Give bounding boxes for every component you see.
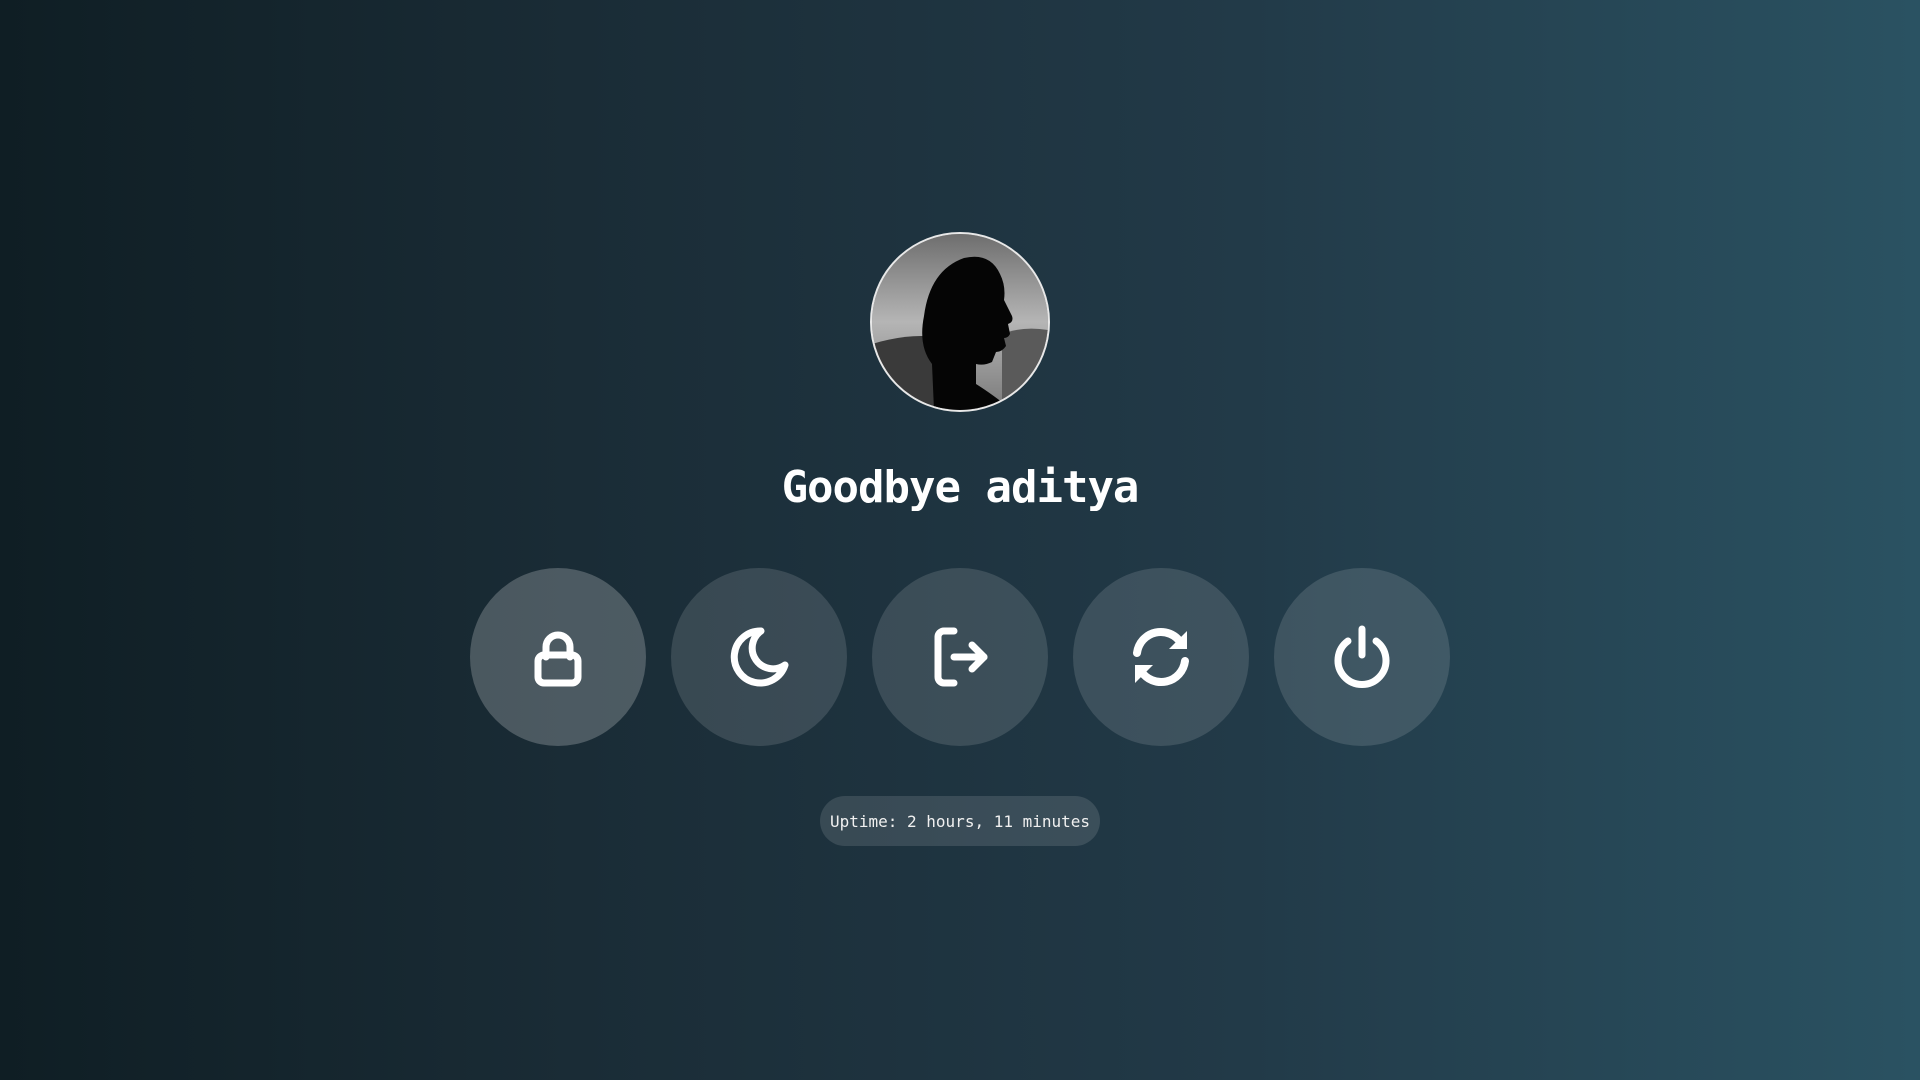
lock-button[interactable] [470, 568, 646, 746]
logout-button[interactable] [872, 568, 1048, 746]
uptime-badge: Uptime: 2 hours, 11 minutes [820, 796, 1100, 846]
sleep-button[interactable] [671, 568, 847, 746]
power-icon [1334, 625, 1390, 688]
logout-icon [934, 627, 988, 687]
shutdown-button[interactable] [1274, 568, 1450, 746]
reboot-button[interactable] [1073, 568, 1249, 746]
avatar [870, 232, 1050, 412]
power-actions [470, 568, 1450, 746]
page-title: Goodbye aditya [781, 462, 1140, 513]
moon-icon [730, 627, 789, 687]
user-silhouette-avatar [872, 234, 1048, 410]
refresh-icon [1133, 627, 1189, 687]
lock-icon [534, 631, 582, 687]
